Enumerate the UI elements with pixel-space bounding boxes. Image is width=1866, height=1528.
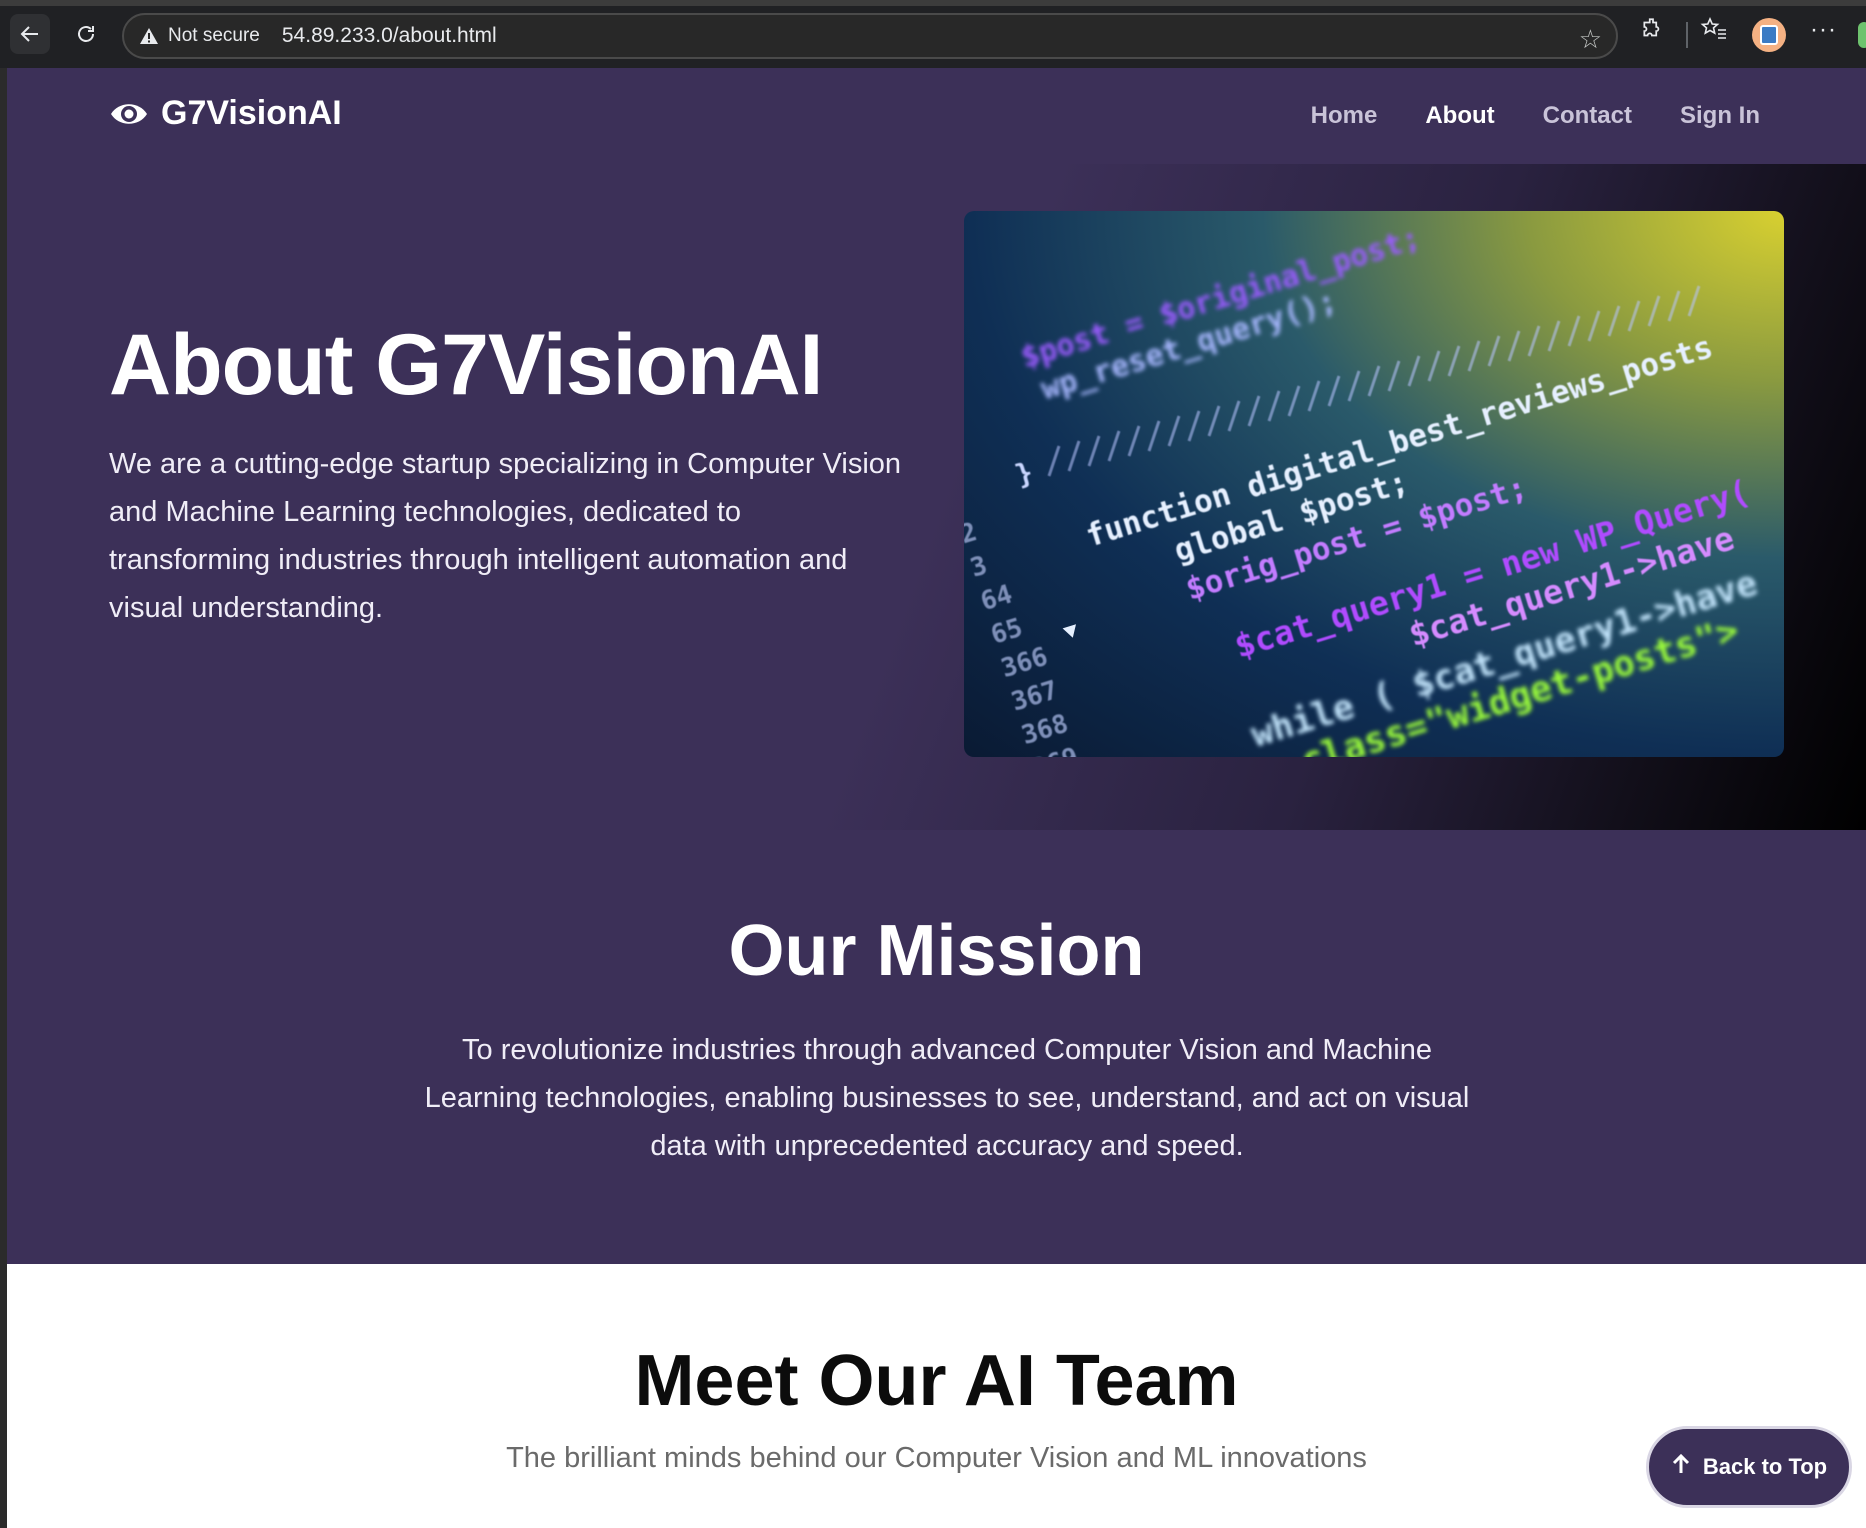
tab-strip-edge bbox=[0, 0, 1866, 6]
nav-sign-in[interactable]: Sign In bbox=[1680, 102, 1760, 130]
address-bar[interactable]: Not secure 54.89.233.0/about.html ☆ bbox=[122, 13, 1618, 59]
nav-links: Home About Contact Sign In bbox=[1263, 102, 1760, 130]
reload-button[interactable] bbox=[66, 14, 106, 54]
back-arrow-icon bbox=[20, 26, 38, 42]
line-number: 3 bbox=[967, 551, 991, 584]
browser-toolbar: Not secure 54.89.233.0/about.html ☆ ··· bbox=[0, 0, 1866, 68]
more-menu-icon[interactable]: ··· bbox=[1810, 16, 1837, 44]
site-navbar: G7VisionAI Home About Contact Sign In bbox=[7, 68, 1866, 164]
nav-contact[interactable]: Contact bbox=[1543, 102, 1632, 130]
reload-icon bbox=[78, 26, 94, 42]
mission-text: To revolutionize industries through adva… bbox=[424, 1034, 1470, 1162]
code-screenshot-image: $post = $original_post; wp_reset_query()… bbox=[964, 211, 1784, 757]
side-panel-indicator bbox=[1858, 22, 1866, 48]
mission-title: Our Mission bbox=[728, 911, 1145, 991]
extensions-puzzle-icon[interactable] bbox=[1640, 16, 1666, 49]
toolbar-separator bbox=[1686, 22, 1688, 48]
code-line-3: } bbox=[1011, 455, 1037, 491]
back-button[interactable] bbox=[10, 14, 50, 54]
site-logo[interactable]: G7VisionAI bbox=[109, 94, 342, 133]
logo-text: G7VisionAI bbox=[161, 94, 342, 132]
line-number: 65 bbox=[987, 613, 1026, 651]
nav-home[interactable]: Home bbox=[1311, 102, 1378, 130]
hero-description: We are a cutting-edge startup specializi… bbox=[109, 448, 902, 624]
arrow-up-icon bbox=[1671, 1453, 1691, 1482]
line-number: 64 bbox=[977, 579, 1016, 617]
warning-icon bbox=[138, 26, 160, 46]
fold-arrow-icon bbox=[1062, 624, 1076, 638]
profile-avatar-icon[interactable] bbox=[1752, 18, 1786, 52]
bookmark-star-icon[interactable]: ☆ bbox=[1579, 24, 1602, 55]
nav-about[interactable]: About bbox=[1425, 102, 1494, 130]
window-left-edge bbox=[0, 68, 7, 1528]
team-section: Meet Our AI Team The brilliant minds beh… bbox=[7, 1264, 1866, 1528]
back-to-top-label: Back to Top bbox=[1702, 1454, 1828, 1479]
url-text[interactable]: 54.89.233.0/about.html bbox=[282, 24, 497, 48]
code-image-art: $post = $original_post; wp_reset_query()… bbox=[964, 221, 1762, 757]
hero-title: About G7VisionAI bbox=[109, 317, 823, 413]
web-page: G7VisionAI Home About Contact Sign In Ab… bbox=[7, 68, 1866, 1528]
favorites-icon[interactable] bbox=[1700, 16, 1728, 49]
security-label[interactable]: Not secure bbox=[168, 25, 260, 47]
team-subtitle: The brilliant minds behind our Computer … bbox=[506, 1442, 1367, 1474]
team-title: Meet Our AI Team bbox=[634, 1341, 1239, 1421]
back-to-top-button[interactable]: Back to Top bbox=[1646, 1426, 1852, 1508]
eye-icon bbox=[109, 97, 149, 131]
mission-section: Our Mission To revolutionize industries … bbox=[7, 830, 1866, 1264]
line-number: 2 bbox=[964, 517, 981, 550]
hero-section: About G7VisionAI We are a cutting-edge s… bbox=[7, 164, 1866, 830]
